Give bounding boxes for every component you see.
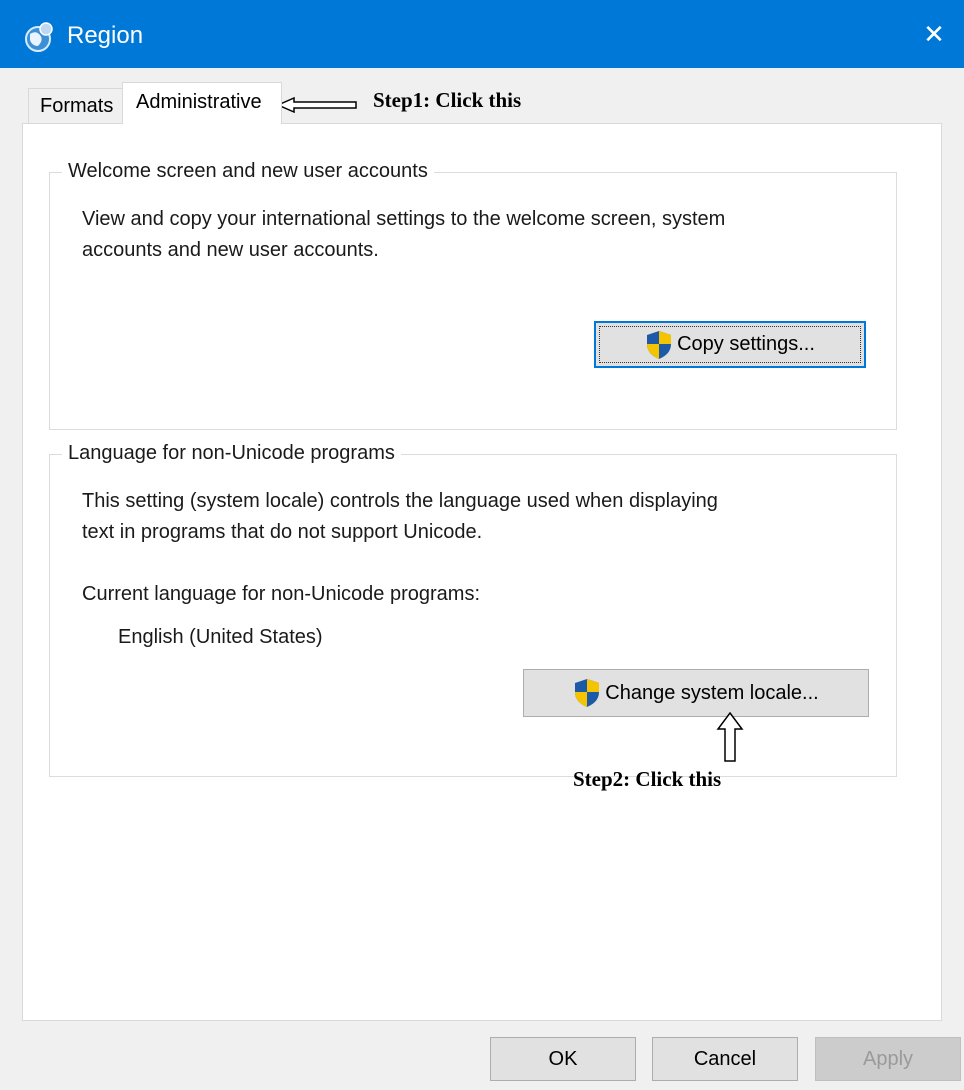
non-unicode-groupbox: Language for non-Unicode programs This s… bbox=[49, 442, 897, 791]
title-bar: Region ✕ bbox=[0, 0, 964, 68]
change-system-locale-button[interactable]: Change system locale... bbox=[523, 669, 869, 717]
cancel-button[interactable]: Cancel bbox=[652, 1037, 798, 1081]
non-unicode-description-line2: text in programs that do not support Uni… bbox=[82, 521, 483, 543]
uac-shield-icon bbox=[647, 330, 672, 359]
region-globe-icon bbox=[25, 22, 53, 52]
apply-button[interactable]: Apply bbox=[815, 1037, 961, 1081]
welcome-description-line1: View and copy your international setting… bbox=[82, 208, 726, 230]
apply-label: Apply bbox=[862, 1047, 914, 1070]
step2-annotation: Step2: Click this bbox=[573, 767, 722, 791]
tab-formats[interactable]: Formats bbox=[28, 88, 124, 124]
step1-annotation: Step1: Click this bbox=[373, 88, 522, 112]
cancel-label: Cancel bbox=[693, 1047, 757, 1070]
welcome-screen-legend: Welcome screen and new user accounts bbox=[62, 160, 434, 183]
copy-settings-label: Copy settings... bbox=[677, 333, 815, 355]
welcome-screen-groupbox: Welcome screen and new user accounts Vie… bbox=[49, 160, 897, 430]
tab-formats-label: Formats bbox=[40, 95, 114, 117]
uac-shield-icon bbox=[575, 679, 600, 707]
welcome-description-line2: accounts and new user accounts. bbox=[82, 239, 379, 261]
current-language-label: Current language for non-Unicode program… bbox=[82, 583, 480, 605]
step2-arrow-icon bbox=[716, 711, 744, 762]
tab-administrative-label: Administrative bbox=[136, 91, 262, 113]
step1-arrow-icon bbox=[276, 96, 357, 114]
non-unicode-legend: Language for non-Unicode programs bbox=[62, 442, 401, 465]
close-button[interactable]: ✕ bbox=[904, 0, 964, 68]
non-unicode-description-line1: This setting (system locale) controls th… bbox=[82, 490, 718, 512]
close-icon: ✕ bbox=[923, 18, 945, 49]
window-title: Region bbox=[67, 22, 144, 49]
non-unicode-description: This setting (system locale) controls th… bbox=[82, 486, 872, 548]
administrative-tab-page: Welcome screen and new user accounts Vie… bbox=[22, 123, 942, 1021]
change-system-locale-label: Change system locale... bbox=[605, 681, 819, 704]
tab-administrative[interactable]: Administrative bbox=[122, 82, 282, 124]
welcome-screen-description: View and copy your international setting… bbox=[82, 204, 872, 266]
current-language-value: English (United States) bbox=[118, 626, 323, 648]
copy-settings-button[interactable]: Copy settings... bbox=[594, 321, 866, 368]
ok-button[interactable]: OK bbox=[490, 1037, 636, 1081]
ok-label: OK bbox=[548, 1047, 578, 1070]
